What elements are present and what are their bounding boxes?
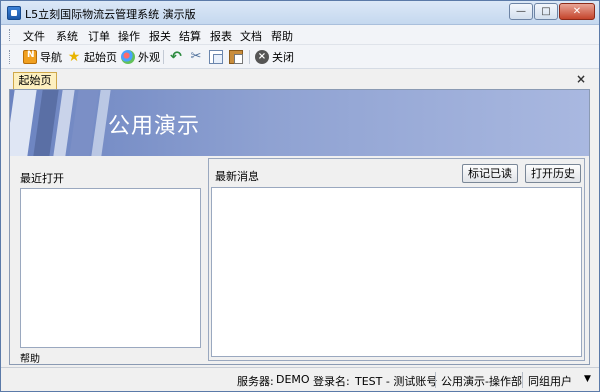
menu-operation[interactable]: 操作 [118, 28, 140, 44]
banner: 公用演示 [10, 90, 589, 156]
status-separator [522, 372, 523, 388]
menu-system[interactable]: 系统 [56, 28, 78, 44]
menu-grip-handle[interactable] [9, 29, 12, 41]
menu-customs[interactable]: 报关 [149, 28, 171, 44]
close-window-button[interactable]: ✕ [559, 3, 595, 20]
help-link[interactable]: 帮助 [20, 350, 40, 365]
banner-decoration [10, 90, 37, 156]
appearance-icon [121, 50, 135, 64]
home-page-label: 起始页 [84, 51, 117, 64]
window-title: L5立刻国际物流云管理系统 演示版 [25, 8, 196, 21]
star-icon: ★ [67, 49, 81, 65]
login-label: 登录名: [313, 375, 350, 388]
paste-button[interactable] [229, 49, 243, 65]
menu-file[interactable]: 文件 [23, 28, 45, 44]
menu-order[interactable]: 订单 [88, 28, 110, 44]
close-page-button[interactable]: × 关闭 [255, 49, 294, 65]
home-page-content: 公用演示 最近打开 帮助 最新消息 标记已读 打开历史 [9, 89, 590, 365]
toolbar-separator [163, 50, 164, 64]
app-window: L5立刻国际物流云管理系统 演示版 — □ ✕ 文件 系统 订单 操作 报关 结… [0, 0, 600, 392]
tab-close-icon[interactable]: × [576, 72, 586, 86]
copy-icon [209, 50, 223, 64]
appearance-button[interactable]: 外观 [121, 49, 160, 65]
copy-button[interactable] [209, 49, 223, 65]
close-icon: × [255, 50, 269, 64]
menu-bar: 文件 系统 订单 操作 报关 结算 报表 文档 帮助 [1, 25, 599, 45]
status-separator [435, 372, 436, 388]
status-bar: 服务器: DEMO 登录名: TEST - 测试账号 公用演示-操作部 同组用户… [1, 367, 599, 391]
toolbar-grip-handle[interactable] [9, 50, 12, 64]
app-logo-icon [7, 6, 21, 20]
menu-help[interactable]: 帮助 [271, 28, 293, 44]
minimize-button[interactable]: — [509, 3, 533, 20]
back-icon: ↶ [170, 49, 182, 65]
nav-button[interactable]: 导航 [23, 49, 62, 65]
appearance-label: 外观 [138, 51, 160, 64]
news-panel: 最新消息 标记已读 打开历史 [208, 158, 585, 361]
server-value: DEMO [276, 373, 310, 386]
nav-label: 导航 [40, 51, 62, 64]
close-page-label: 关闭 [272, 51, 294, 64]
login-value: TEST - 测试账号 [355, 375, 438, 388]
tab-strip: 起始页 × [1, 69, 599, 89]
paste-icon [229, 50, 243, 64]
mark-read-button[interactable]: 标记已读 [462, 164, 518, 183]
menu-documents[interactable]: 文档 [240, 28, 262, 44]
chevron-down-icon[interactable]: ▼ [584, 374, 591, 384]
cut-button[interactable]: ✂ [189, 49, 203, 65]
news-list[interactable] [211, 187, 582, 357]
nav-icon [23, 50, 37, 64]
home-page-button[interactable]: ★ 起始页 [67, 49, 117, 65]
back-button[interactable]: ↶ [169, 49, 183, 65]
toolbar: 导航 ★ 起始页 外观 ↶ ✂ × 关闭 [1, 45, 599, 69]
open-history-button[interactable]: 打开历史 [525, 164, 581, 183]
server-label: 服务器: [237, 375, 274, 388]
cut-icon: ✂ [190, 49, 202, 64]
banner-title: 公用演示 [108, 114, 201, 139]
group-user-dropdown[interactable]: 同组用户 [528, 373, 572, 389]
title-bar: L5立刻国际物流云管理系统 演示版 — □ ✕ [1, 1, 599, 25]
news-panel-title: 最新消息 [215, 170, 259, 183]
toolbar-separator [249, 50, 250, 64]
recent-list[interactable] [20, 188, 201, 348]
tab-home-page[interactable]: 起始页 [13, 72, 57, 89]
menu-settlement[interactable]: 结算 [179, 28, 201, 44]
recent-panel: 最近打开 帮助 [12, 160, 202, 365]
menu-reports[interactable]: 报表 [210, 28, 232, 44]
department-value: 公用演示-操作部 [441, 375, 522, 388]
maximize-button[interactable]: □ [534, 3, 558, 20]
recent-panel-title: 最近打开 [20, 172, 64, 185]
